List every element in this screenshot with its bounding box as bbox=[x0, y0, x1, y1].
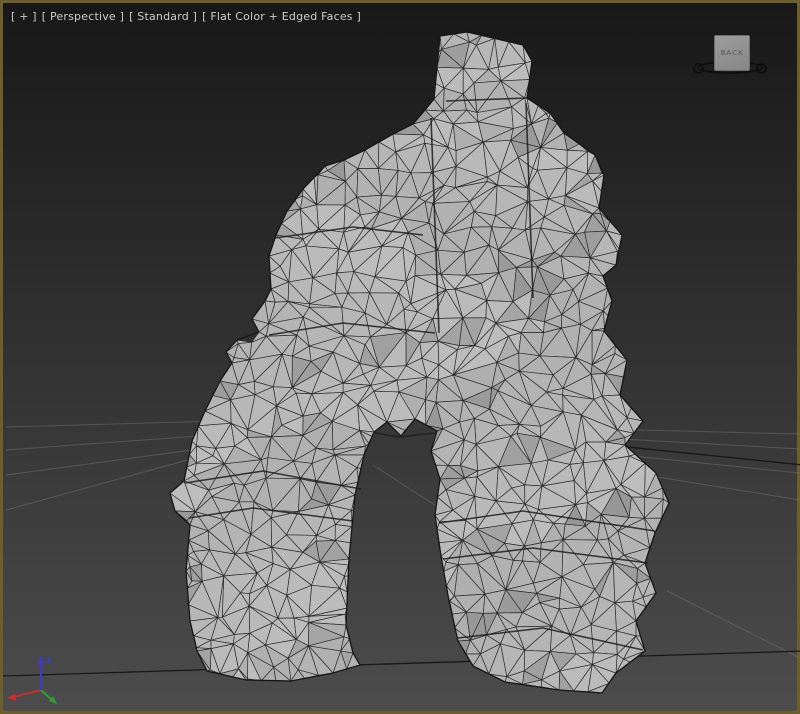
ground-grid bbox=[3, 415, 800, 676]
viewcube[interactable]: BACK bbox=[695, 35, 769, 83]
viewport-menu-general[interactable]: [ + ] bbox=[11, 10, 37, 23]
viewport-scene bbox=[3, 3, 800, 714]
viewcube-face-back[interactable]: BACK bbox=[714, 35, 750, 71]
z-axis-arrow: z bbox=[38, 655, 51, 690]
rock-mesh-object[interactable] bbox=[170, 32, 669, 693]
perspective-viewport: [ + ] [ Perspective ] [ Standard ] [ Flat C… bbox=[0, 0, 800, 714]
viewport-menu-render-preset[interactable]: [ Standard ] bbox=[129, 10, 197, 23]
z-axis-label: z bbox=[46, 656, 51, 666]
y-axis-arrow bbox=[41, 690, 57, 704]
max-viewport-window: [ + ] [ Perspective ] [ Standard ] [ Flat C… bbox=[0, 0, 800, 714]
viewport-label: [ + ] [ Perspective ] [ Standard ] [ Flat C… bbox=[11, 10, 366, 23]
x-axis-arrow bbox=[7, 690, 41, 701]
viewport-menu-shading[interactable]: [ Flat Color + Edged Faces ] bbox=[202, 10, 361, 23]
world-axis-gizmo: z bbox=[3, 651, 63, 714]
viewport-menu-pov[interactable]: [ Perspective ] bbox=[42, 10, 124, 23]
